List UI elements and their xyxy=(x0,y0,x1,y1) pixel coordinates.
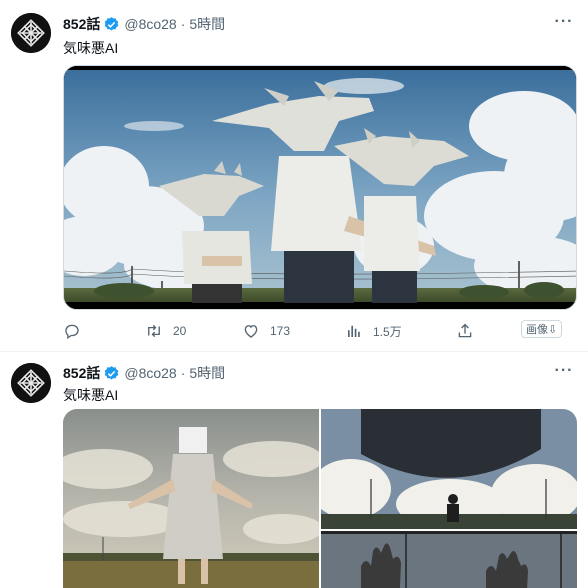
avatar[interactable] xyxy=(11,363,51,403)
action-bar: 20 173 1.5万 画像⇩ xyxy=(63,318,577,344)
author-handle[interactable]: @8co28 xyxy=(124,16,176,32)
views-icon xyxy=(348,325,360,337)
verified-badge-icon xyxy=(105,16,119,31)
separator-dot: · xyxy=(180,365,186,381)
author-name[interactable]: 852話 xyxy=(63,363,100,383)
share-icon xyxy=(458,323,472,338)
verified-badge-icon xyxy=(105,365,119,380)
tweet-image[interactable] xyxy=(321,409,577,529)
share-button[interactable] xyxy=(456,322,474,340)
image-grid xyxy=(63,409,577,588)
retweet-icon xyxy=(148,324,160,338)
author-handle[interactable]: @8co28 xyxy=(124,365,176,381)
save-image-button[interactable]: 画像⇩ xyxy=(521,320,563,338)
tweet-image[interactable] xyxy=(63,65,577,310)
more-icon[interactable]: ··· xyxy=(554,12,574,32)
avatar-logo xyxy=(11,13,51,53)
views-count: 1.5万 xyxy=(373,324,402,339)
retweet-button[interactable]: 20 xyxy=(145,322,186,340)
avatar-logo xyxy=(11,363,51,403)
reply-button[interactable] xyxy=(63,322,91,340)
tweet-header: 852話 @8co28 · 5時間 xyxy=(63,14,225,34)
tweet-text: 気味悪AI xyxy=(63,40,119,56)
like-count: 173 xyxy=(270,324,291,338)
retweet-count: 20 xyxy=(173,324,187,338)
timestamp[interactable]: 5時間 xyxy=(189,14,225,34)
tweet[interactable]: 852話 @8co28 · 5時間 ··· 気味悪AI xyxy=(0,0,588,351)
heart-icon xyxy=(244,325,258,338)
reply-icon xyxy=(65,324,79,340)
views-button[interactable]: 1.5万 xyxy=(345,322,402,340)
tweet-text: 気味悪AI xyxy=(63,387,119,403)
avatar[interactable] xyxy=(11,13,51,53)
tweet[interactable]: 852話 @8co28 · 5時間 ··· 気味悪AI xyxy=(0,352,588,588)
tweet-image[interactable] xyxy=(63,409,319,588)
like-button[interactable]: 173 xyxy=(242,322,290,340)
tweet-header: 852話 @8co28 · 5時間 xyxy=(63,363,225,383)
author-name[interactable]: 852話 xyxy=(63,14,100,34)
timestamp[interactable]: 5時間 xyxy=(189,363,225,383)
tweet-image[interactable] xyxy=(321,531,577,588)
more-icon[interactable]: ··· xyxy=(554,361,574,381)
separator-dot: · xyxy=(180,16,186,32)
